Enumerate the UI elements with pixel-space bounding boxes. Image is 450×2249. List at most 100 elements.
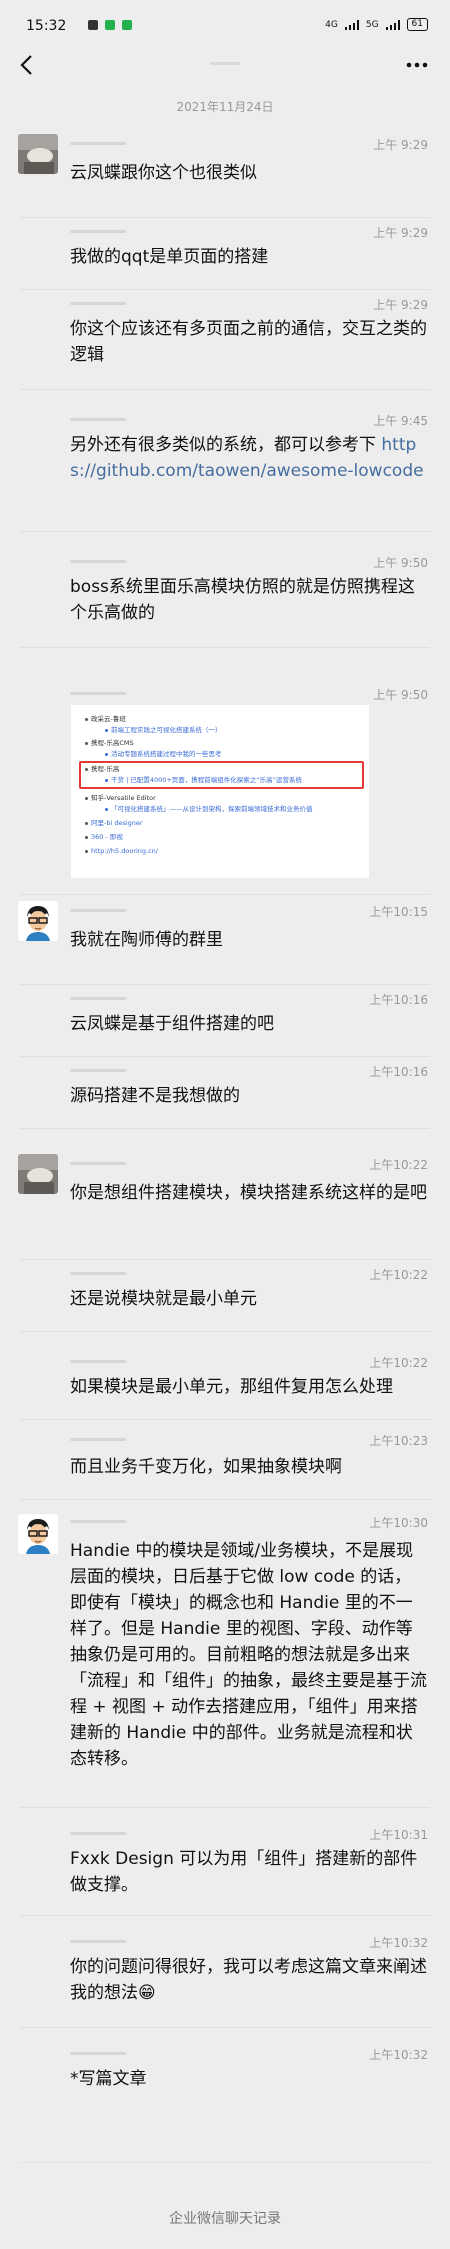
avatar[interactable]	[18, 901, 58, 941]
more-button[interactable]	[402, 50, 432, 80]
sender-name	[70, 1272, 126, 1275]
message-text: 云凤蝶跟你这个也很类似	[70, 163, 257, 183]
message-item[interactable]: 上午10:16 云凤蝶是基于组件搭建的吧	[0, 985, 450, 1057]
message-item[interactable]: 上午 9:50 政采云-鲁班 前端工程实践之可视化搭建系统（一） 携程-乐高CM…	[0, 680, 450, 895]
screenshot-line: 携程-乐高CMS	[91, 739, 134, 747]
message-time: 上午 9:45	[373, 414, 428, 428]
cartoon-avatar-icon	[18, 1514, 58, 1554]
footer-label: 企业微信聊天记录	[169, 2211, 281, 2227]
sender-name	[70, 1438, 126, 1441]
status-time: 15:32	[26, 18, 67, 34]
screenshot-line: 知乎-Versatile Editor	[91, 794, 156, 802]
back-button[interactable]	[12, 50, 42, 80]
message-text: 如果模块是最小单元，那组件复用怎么处理	[70, 1377, 393, 1397]
message-item[interactable]: 上午10:30 Handie 中的模块是领域/业务模块，不是展现层面的模块，日后…	[0, 1508, 450, 1808]
sender-name	[70, 230, 126, 233]
divider	[20, 2027, 430, 2028]
message-time: 上午10:15	[369, 905, 428, 919]
bullet-dot	[85, 718, 88, 721]
message-item[interactable]: 上午 9:50 boss系统里面乐高模块仿照的就是仿照携程这个乐高做的	[0, 548, 450, 648]
nav-bar	[0, 40, 450, 90]
bullet-dot	[105, 729, 108, 732]
screenshot-line: 干货 | 已配置4000+页面，携程前端组件化探索之“乐高”运营系统	[111, 776, 303, 784]
screenshot-line: 政采云-鲁班	[91, 715, 126, 723]
message-item[interactable]: 上午10:22 如果模块是最小单元，那组件复用怎么处理	[0, 1348, 450, 1420]
message-time: 上午10:23	[369, 1434, 428, 1448]
message-text: Handie 中的模块是领域/业务模块，不是展现层面的模块，日后基于它做 low…	[70, 1541, 427, 1769]
message-item[interactable]: 上午 9:29 我做的qqt是单页面的搭建	[0, 218, 450, 290]
bullet-dot	[85, 822, 88, 825]
message-item[interactable]: 上午10:16 源码搭建不是我想做的	[0, 1057, 450, 1129]
divider	[20, 1499, 430, 1500]
message-time: 上午10:32	[369, 2048, 428, 2062]
message-item[interactable]: 上午10:32 你的问题问得很好，我可以考虑这篇文章来阐述我的想法😁	[0, 1928, 450, 2028]
message-time: 上午10:22	[369, 1356, 428, 1370]
sender-name	[70, 1360, 126, 1363]
bullet-dot	[105, 808, 108, 811]
chevron-left-icon	[20, 55, 32, 75]
message-text-prefix: 另外还有很多类似的系统，都可以参考下	[70, 435, 382, 455]
sender-name	[70, 692, 126, 695]
divider	[20, 1807, 430, 1808]
message-item[interactable]: 上午 9:45 另外还有很多类似的系统，都可以参考下 https://githu…	[0, 406, 450, 532]
bullet-dot	[85, 768, 88, 771]
network-1-label: 4G	[325, 19, 338, 30]
sender-name	[70, 1162, 126, 1165]
sender-name	[70, 302, 126, 305]
message-text: 还是说模块就是最小单元	[70, 1289, 257, 1309]
message-time: 上午 9:29	[373, 226, 428, 240]
sender-name	[70, 1940, 126, 1943]
avatar[interactable]	[18, 134, 58, 174]
message-time: 上午10:30	[369, 1516, 428, 1530]
message-text: 源码搭建不是我想做的	[70, 1086, 240, 1106]
screenshot-line: 阿里-bi designer	[91, 819, 143, 827]
message-time: 上午10:16	[369, 1065, 428, 1079]
message-time: 上午 9:50	[373, 556, 428, 570]
divider	[20, 1419, 430, 1420]
avatar[interactable]	[18, 1514, 58, 1554]
screenshot-image[interactable]: 政采云-鲁班 前端工程实践之可视化搭建系统（一） 携程-乐高CMS 活动专题系统…	[70, 704, 370, 879]
message-text: 你这个应该还有多页面之前的通信，交互之类的逻辑	[70, 319, 427, 365]
sender-name	[70, 1520, 126, 1523]
message-item[interactable]: 上午10:31 Fxxk Design 可以为用「组件」搭建新的部件做支撑。	[0, 1820, 450, 1916]
signal-icon	[344, 19, 359, 30]
bullet-dot	[85, 742, 88, 745]
bullet-dot	[85, 836, 88, 839]
message-time: 上午10:22	[369, 1158, 428, 1172]
bullet-dot	[85, 797, 88, 800]
message-text: 我就在陶师傅的群里	[70, 930, 223, 950]
screenshot-line: http://h5.dooring.cn/	[91, 847, 158, 855]
message-item[interactable]: 上午 9:29 你这个应该还有多页面之前的通信，交互之类的逻辑	[0, 290, 450, 390]
message-time: 上午 9:29	[373, 138, 428, 152]
message-item[interactable]: 上午10:22 你是想组件搭建模块，模块搭建系统这样的是吧	[0, 1148, 450, 1260]
sender-name	[70, 2052, 126, 2055]
screenshot-line: 活动专题系统搭建过程中我的一些思考	[111, 750, 222, 758]
message-time: 上午 9:29	[373, 298, 428, 312]
message-time: 上午 9:50	[373, 688, 428, 702]
nav-title-placeholder	[210, 62, 240, 65]
check-app-icon	[122, 20, 132, 30]
divider	[20, 531, 430, 532]
shield-app-icon	[105, 20, 115, 30]
message-text: 而且业务千变万化，如果抽象模块啊	[70, 1457, 342, 1477]
message-item[interactable]: 上午10:23 而且业务千变万化，如果抽象模块啊	[0, 1426, 450, 1500]
message-text: 云凤蝶是基于组件搭建的吧	[70, 1014, 274, 1034]
status-app-icons	[88, 20, 132, 30]
message-text: 你是想组件搭建模块，模块搭建系统这样的是吧	[70, 1183, 427, 1203]
message-text: 你的问题问得很好，我可以考虑这篇文章来阐述我的想法😁	[70, 1957, 427, 2003]
message-item[interactable]: 上午 9:29 云凤蝶跟你这个也很类似	[0, 128, 450, 218]
message-item[interactable]: 上午10:32 *写篇文章	[0, 2040, 450, 2112]
divider	[20, 1128, 430, 1129]
sender-name	[70, 909, 126, 912]
message-item[interactable]: 上午10:22 还是说模块就是最小单元	[0, 1260, 450, 1332]
message-text: 我做的qqt是单页面的搭建	[70, 247, 269, 267]
message-time: 上午10:31	[369, 1828, 428, 1842]
signal-icon-2	[385, 19, 400, 30]
app-notification-icon	[88, 20, 98, 30]
message-item[interactable]: 上午10:15 我就在陶师傅的群里	[0, 895, 450, 985]
sender-name	[70, 997, 126, 1000]
message-text: *写篇文章	[70, 2069, 147, 2089]
screenshot-line: 携程-乐高	[91, 765, 120, 773]
network-2-label: 5G	[365, 19, 379, 30]
avatar[interactable]	[18, 1154, 58, 1194]
